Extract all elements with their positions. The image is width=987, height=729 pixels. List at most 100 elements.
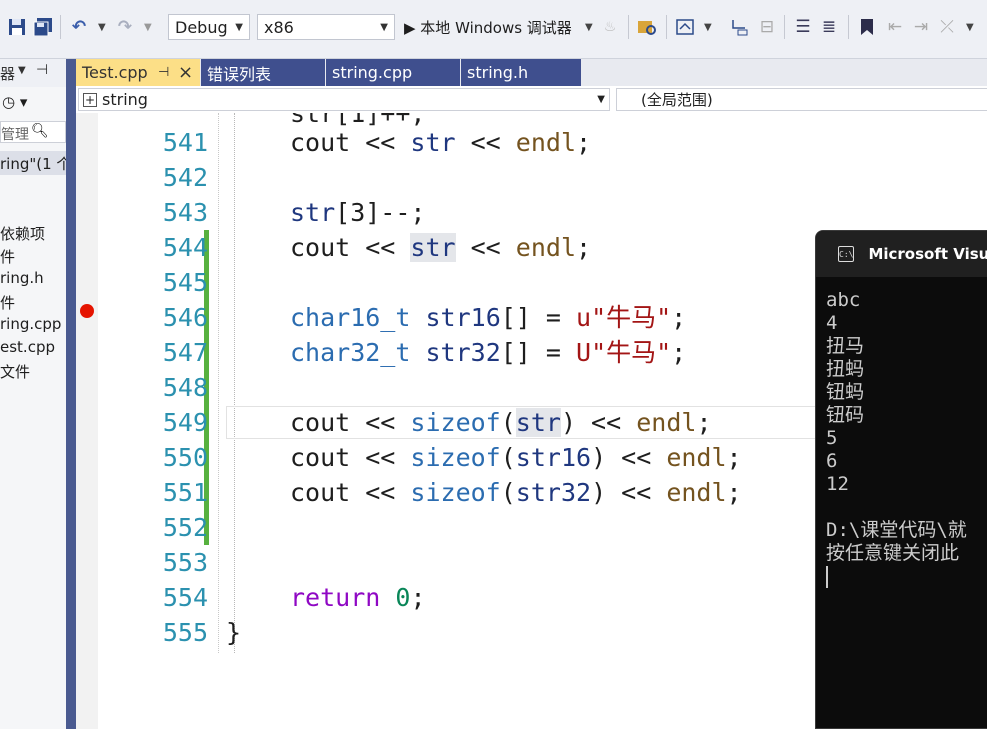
code-token: U"牛马" — [576, 338, 672, 367]
debugger-dropdown-caret[interactable]: ▼ — [585, 14, 593, 40]
project-icon: + — [83, 92, 97, 107]
next-bookmark-icon[interactable]: ⇥ — [910, 14, 932, 40]
search-placeholder: 管理 — [1, 127, 29, 143]
project-scope-select[interactable]: + string ▼ — [78, 88, 610, 111]
code-token: endl — [515, 128, 577, 157]
clear-bookmarks-icon[interactable]: ⤫ — [936, 14, 958, 40]
code-line: cout << str << endl; — [290, 125, 591, 160]
code-token: ; — [726, 478, 742, 507]
code-token: sizeof — [410, 408, 501, 437]
solution-search-input[interactable]: 管理 🔍︎ — [0, 121, 66, 143]
history-icon[interactable]: ◷ ▾ — [2, 93, 27, 111]
line-number: 552 — [162, 513, 208, 542]
line-number: 543 — [162, 198, 208, 227]
bookmark-icon[interactable] — [856, 14, 878, 40]
toolbar-separator — [848, 15, 849, 39]
code-token: str — [515, 408, 561, 437]
project-scope-value: string — [102, 90, 148, 109]
uncomment-icon[interactable]: ≣ — [818, 14, 840, 40]
line-number: 548 — [162, 373, 208, 402]
console-title: Microsoft Visual — [868, 245, 987, 263]
comment-out-icon[interactable]: ☰ — [792, 14, 814, 40]
code-token: << — [455, 233, 516, 262]
glyph-margin[interactable] — [76, 113, 98, 729]
global-scope-select[interactable]: (全局范围) — [616, 88, 987, 111]
list-item[interactable]: ring"(1 个 — [0, 151, 66, 175]
console-title-bar[interactable]: C:\ Microsoft Visual — [816, 231, 987, 277]
toolbar-overflow-caret[interactable]: ▼ — [966, 14, 974, 40]
previous-bookmark-icon[interactable]: ⇤ — [884, 14, 906, 40]
code-token: endl — [636, 408, 697, 437]
find-in-files-icon[interactable] — [636, 14, 658, 40]
pin-icon[interactable]: ⊣ — [36, 62, 48, 78]
hot-reload-icon[interactable]: ♨ — [600, 14, 620, 40]
code-token: ; — [671, 338, 687, 367]
console-output-line: 按任意键关闭此 — [826, 542, 960, 564]
toolbar-separator — [628, 15, 629, 39]
start-debugger-button[interactable]: ▶ 本地 Windows 调试器 — [404, 14, 572, 40]
code-token: << — [455, 128, 516, 157]
code-token: str — [410, 128, 456, 157]
tab-string-cpp[interactable]: string.cpp — [326, 59, 460, 86]
global-scope-value: (全局范围) — [641, 91, 713, 109]
tree-item-label[interactable]: 依赖项 — [0, 223, 45, 244]
undo-dropdown-caret[interactable]: ▼ — [98, 14, 106, 40]
step-over-icon[interactable]: ⊟ — [756, 14, 778, 40]
save-all-icon[interactable] — [32, 14, 54, 40]
breakpoint-icon[interactable] — [80, 304, 94, 318]
text-cursor — [826, 566, 828, 588]
configuration-select[interactable]: Debug ▼ — [168, 14, 250, 40]
code-token: } — [226, 618, 242, 647]
panel-splitter[interactable] — [66, 59, 76, 729]
search-icon: 🔍︎ — [31, 123, 49, 139]
code-line: return 0; — [290, 580, 426, 615]
undo-icon[interactable]: ↶ — [68, 14, 90, 40]
platform-select[interactable]: x86 ▼ — [257, 14, 395, 40]
pin-icon[interactable]: ⊣ — [158, 65, 169, 80]
tree-item-label[interactable]: 件 — [0, 246, 15, 267]
code-token: cout << — [290, 478, 411, 507]
tab-test-cpp[interactable]: Test.cpp ⊣ × — [76, 59, 200, 86]
code-token: cout << — [290, 128, 411, 157]
code-token: sizeof — [410, 443, 501, 472]
step-into-icon[interactable] — [728, 14, 750, 40]
save-icon[interactable] — [6, 14, 28, 40]
code-line: } — [226, 615, 241, 650]
console-output-line: 5 — [826, 427, 838, 449]
code-token: [3]--; — [335, 198, 426, 227]
code-token: ; — [696, 408, 712, 437]
code-line: cout << sizeof(str16) << endl; — [290, 440, 742, 475]
tab-label: Test.cpp — [82, 63, 148, 82]
console-output-line: 6 — [826, 450, 838, 472]
tab-string-h[interactable]: string.h — [461, 59, 581, 86]
toolbar-separator — [666, 15, 667, 39]
panel-menu-caret[interactable]: ▼ — [18, 65, 26, 76]
chevron-down-icon: ▼ — [380, 21, 388, 33]
console-window[interactable]: C:\ Microsoft Visual abc4扭马扭蚂钮蚂钮码5612 D:\… — [815, 230, 987, 729]
redo-dropdown-caret[interactable]: ▼ — [144, 14, 152, 40]
redo-icon[interactable]: ↷ — [114, 14, 136, 40]
home-icon[interactable] — [674, 14, 696, 40]
code-line: cout << sizeof(str32) << endl; — [290, 475, 742, 510]
tree-item-label[interactable]: ring.cpp — [0, 315, 61, 333]
line-number: 554 — [162, 583, 208, 612]
tree-item-label[interactable]: 件 — [0, 292, 15, 313]
tree-item-label[interactable]: est.cpp — [0, 338, 55, 356]
main-toolbar: ↶ ▼ ↷ ▼ Debug ▼ x86 ▼ ▶ 本地 Windows 调试器 ▼… — [0, 0, 987, 59]
home-dropdown-caret[interactable]: ▼ — [704, 14, 712, 40]
code-token: ; — [576, 128, 592, 157]
console-output-line: 钮码 — [826, 404, 865, 426]
tree-item-label[interactable]: ring.h — [0, 269, 44, 287]
console-output-line: 钮蚂 — [826, 381, 865, 403]
line-number: 550 — [162, 443, 208, 472]
line-number: 545 — [162, 268, 208, 297]
console-output-line: 12 — [826, 473, 849, 495]
line-number: 544 — [162, 233, 208, 262]
console-output-line: 扭马 — [826, 335, 865, 357]
tab-error-list[interactable]: 错误列表 — [201, 59, 325, 86]
tree-item-label[interactable]: 文件 — [0, 361, 30, 382]
close-icon[interactable]: × — [178, 62, 193, 83]
console-output-line: 4 — [826, 312, 838, 334]
